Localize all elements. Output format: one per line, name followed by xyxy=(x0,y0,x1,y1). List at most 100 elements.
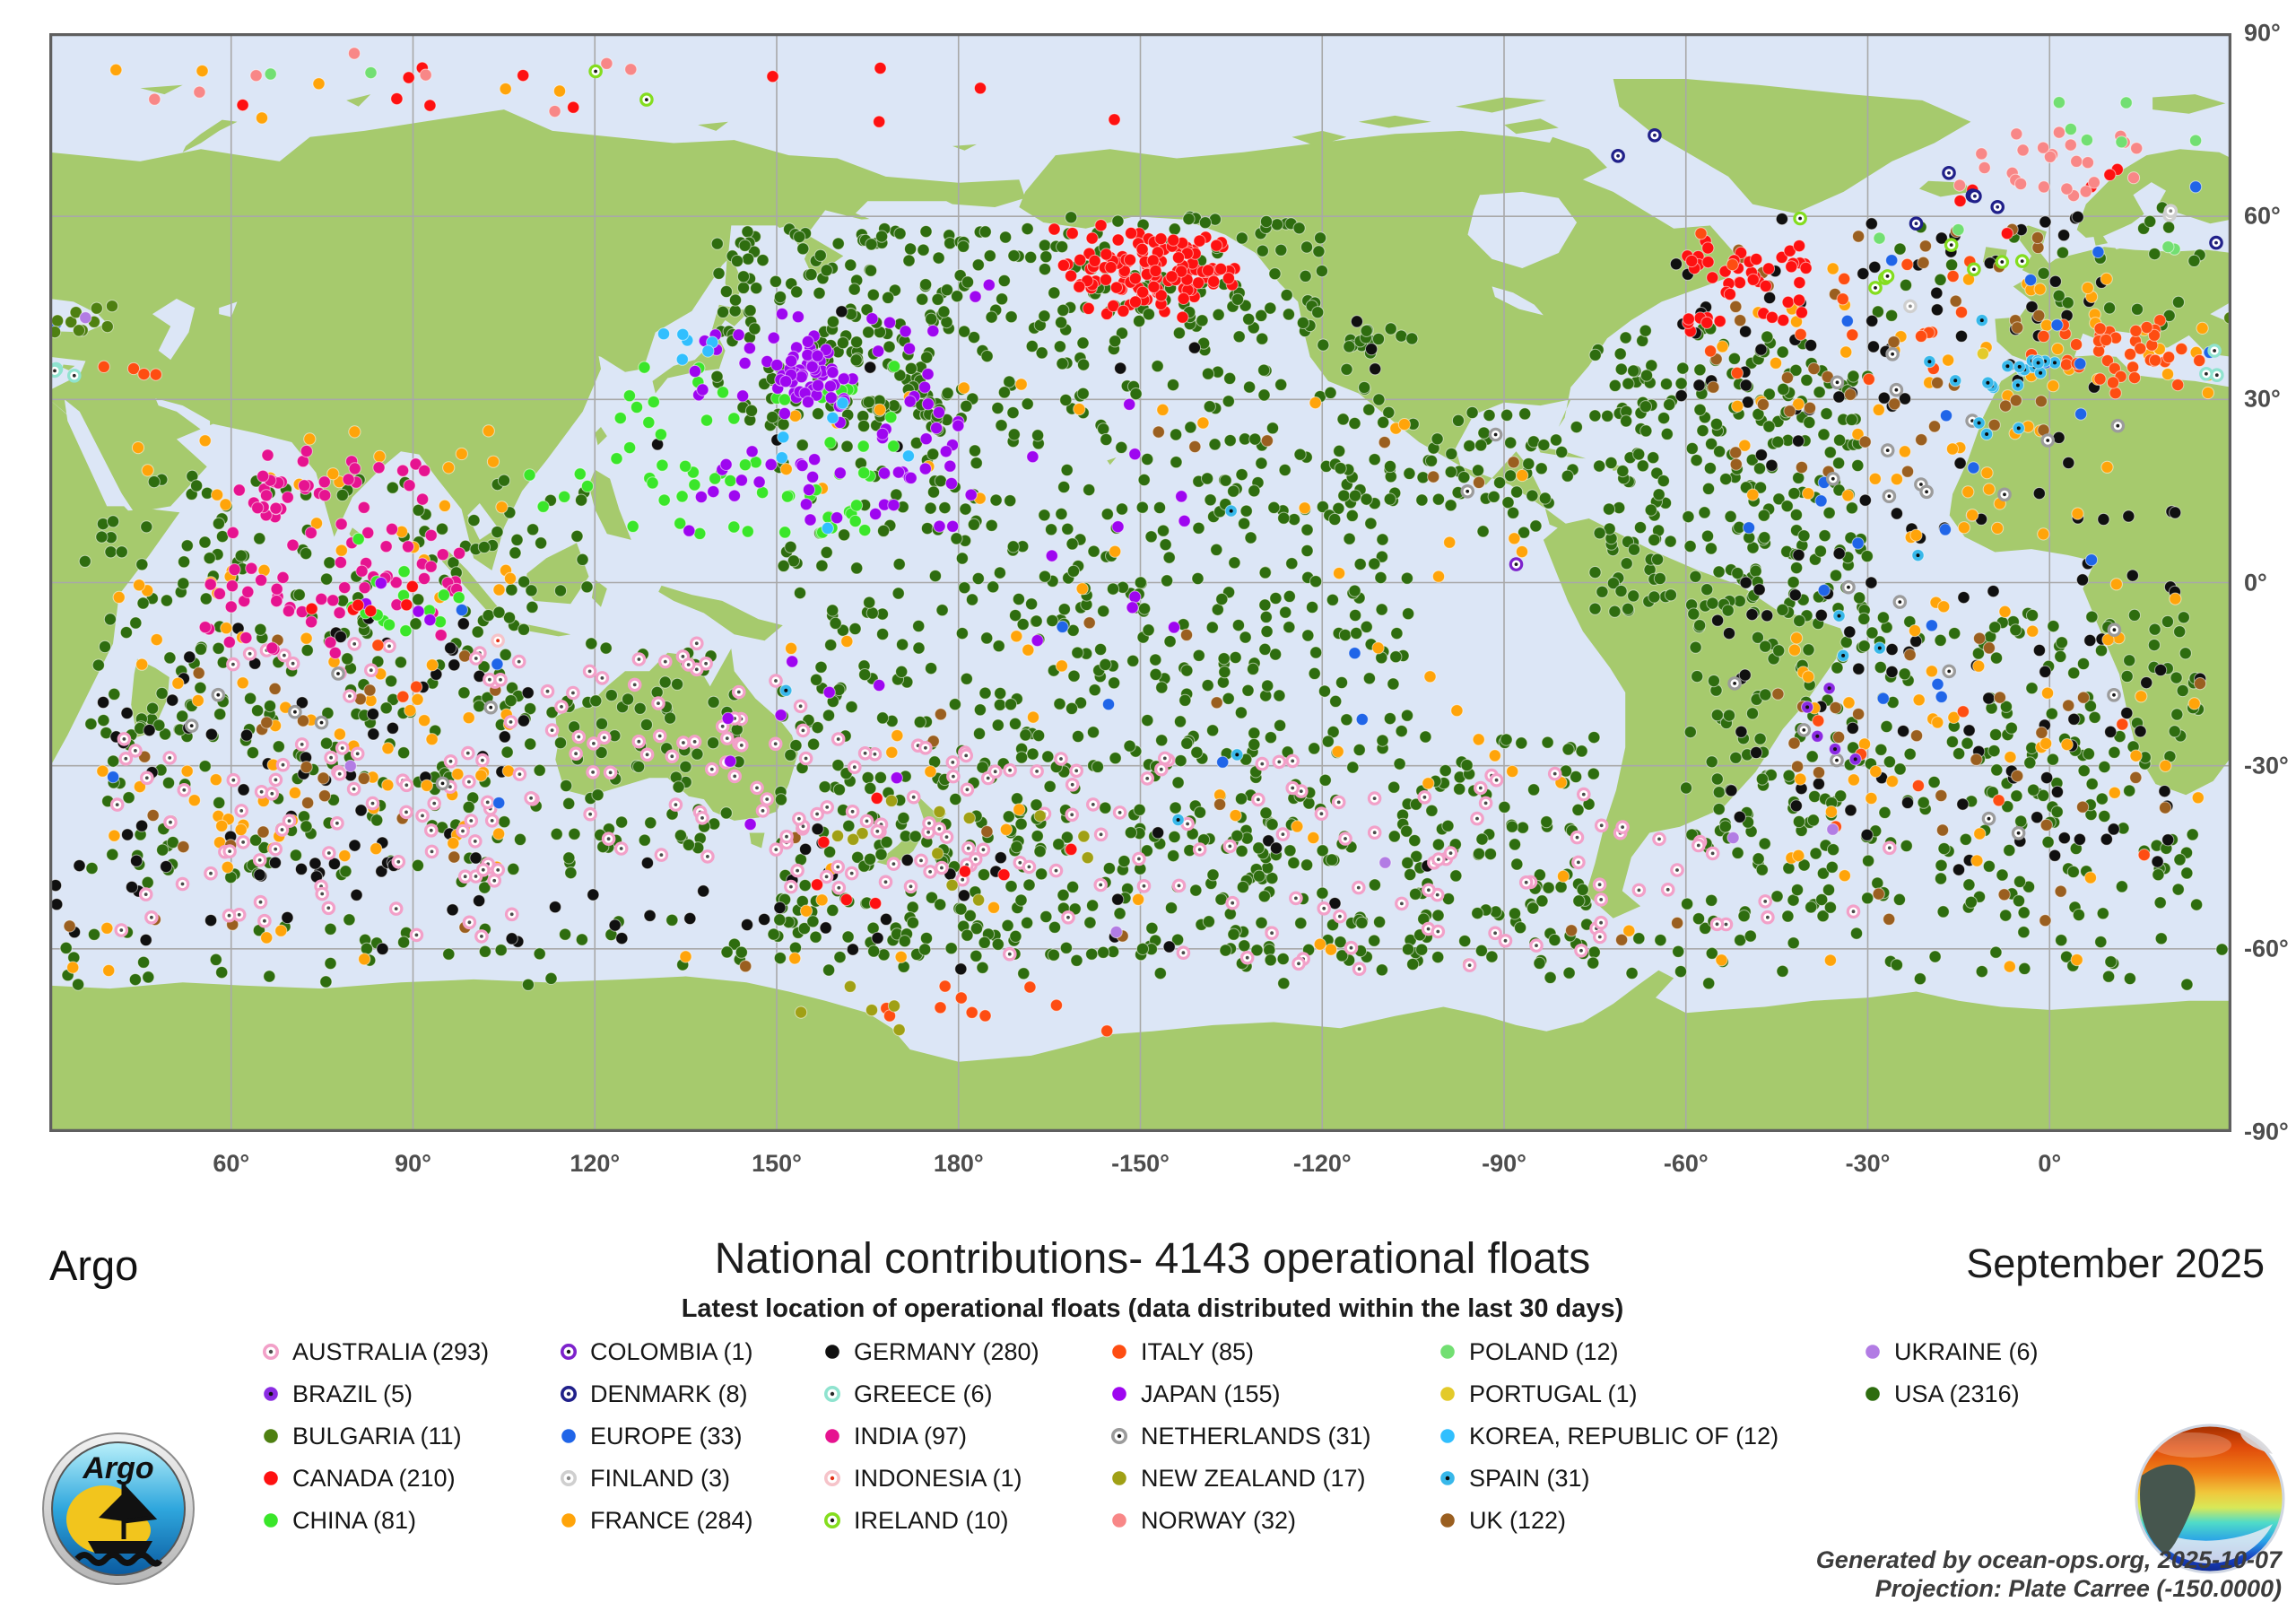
legend-marker-icon xyxy=(1107,1424,1132,1449)
legend-item-france: FRANCE (284) xyxy=(556,1507,753,1534)
legend-item-denmark: DENMARK (8) xyxy=(556,1380,748,1407)
legend-marker-icon xyxy=(1860,1339,1885,1364)
lon-tick-label: 0° xyxy=(2038,1150,2061,1178)
legend-item-europe: EUROPE (33) xyxy=(556,1423,743,1450)
legend-marker-icon xyxy=(556,1466,581,1491)
legend-label: KOREA, REPUBLIC OF (12) xyxy=(1469,1423,1779,1450)
legend-marker-icon xyxy=(1107,1339,1132,1364)
legend-item-norway: NORWAY (32) xyxy=(1107,1507,1296,1534)
lon-tick-label: 90° xyxy=(395,1150,431,1178)
world-map-canvas xyxy=(49,33,2231,1132)
legend-label: UK (122) xyxy=(1469,1507,1566,1535)
lat-tick-label: -60° xyxy=(2244,935,2289,962)
legend-item-japan: JAPAN (155) xyxy=(1107,1380,1281,1407)
legend-item-india: INDIA (97) xyxy=(820,1423,967,1450)
legend-item-colombia: COLOMBIA (1) xyxy=(556,1338,753,1365)
legend-item-netherlands: NETHERLANDS (31) xyxy=(1107,1423,1371,1450)
lat-tick-label: -30° xyxy=(2244,752,2289,779)
legend-label: PORTUGAL (1) xyxy=(1469,1380,1638,1408)
lon-tick-label: 180° xyxy=(934,1150,984,1178)
legend-label: INDONESIA (1) xyxy=(854,1465,1022,1493)
legend-label: GREECE (6) xyxy=(854,1380,993,1408)
legend-marker-icon xyxy=(1107,1381,1132,1406)
legend-marker-icon xyxy=(1107,1508,1132,1533)
legend-marker-icon xyxy=(556,1424,581,1449)
legend-item-finland: FINLAND (3) xyxy=(556,1465,730,1492)
legend-marker-icon xyxy=(1107,1466,1132,1491)
legend-label: BRAZIL (5) xyxy=(292,1380,413,1408)
legend-label: GERMANY (280) xyxy=(854,1338,1039,1366)
legend-marker-icon xyxy=(820,1381,845,1406)
legend-label: COLOMBIA (1) xyxy=(590,1338,753,1366)
legend-marker-icon xyxy=(258,1381,283,1406)
legend-label: BULGARIA (11) xyxy=(292,1423,462,1450)
legend-label: NEW ZEALAND (17) xyxy=(1141,1465,1366,1493)
legend-marker-icon xyxy=(556,1339,581,1364)
legend-label: FINLAND (3) xyxy=(590,1465,730,1493)
legend-item-canada: CANADA (210) xyxy=(258,1465,456,1492)
lon-tick-label: -120° xyxy=(1293,1150,1352,1178)
legend-label: NORWAY (32) xyxy=(1141,1507,1296,1535)
lon-tick-label: -60° xyxy=(1664,1150,1709,1178)
legend-marker-icon xyxy=(1435,1381,1460,1406)
argo-logo: Argo xyxy=(41,1432,196,1586)
lon-tick-label: 120° xyxy=(570,1150,620,1178)
lat-tick-label: -90° xyxy=(2244,1119,2289,1146)
lon-tick-label: 60° xyxy=(213,1150,249,1178)
legend-item-usa: USA (2316) xyxy=(1860,1380,2020,1407)
legend-label: ITALY (85) xyxy=(1141,1338,1254,1366)
page-title: National contributions- 4143 operational… xyxy=(715,1234,1591,1284)
legend-item-greece: GREECE (6) xyxy=(820,1380,993,1407)
legend-label: UKRAINE (6) xyxy=(1894,1338,2039,1366)
footer-projection: Projection: Plate Carree (-150.0000) xyxy=(1875,1575,2282,1602)
legend-label: USA (2316) xyxy=(1894,1380,2020,1408)
legend-item-portugal: PORTUGAL (1) xyxy=(1435,1380,1638,1407)
legend-label: IRELAND (10) xyxy=(854,1507,1009,1535)
legend-item-korea: KOREA, REPUBLIC OF (12) xyxy=(1435,1423,1779,1450)
legend-item-ukraine: UKRAINE (6) xyxy=(1860,1338,2039,1365)
lat-tick-label: 0° xyxy=(2244,569,2267,596)
legend-item-indonesia: INDONESIA (1) xyxy=(820,1465,1022,1492)
lon-tick-label: -30° xyxy=(1846,1150,1891,1178)
legend-item-poland: POLAND (12) xyxy=(1435,1338,1619,1365)
legend-item-brazil: BRAZIL (5) xyxy=(258,1380,413,1407)
lon-tick-label: -90° xyxy=(1482,1150,1526,1178)
legend-label: POLAND (12) xyxy=(1469,1338,1619,1366)
legend-marker-icon xyxy=(556,1508,581,1533)
legend-label: CHINA (81) xyxy=(292,1507,416,1535)
legend-marker-icon xyxy=(258,1466,283,1491)
legend-marker-icon xyxy=(1435,1508,1460,1533)
legend-marker-icon xyxy=(258,1424,283,1449)
legend-label: FRANCE (284) xyxy=(590,1507,753,1535)
legend-item-italy: ITALY (85) xyxy=(1107,1338,1254,1365)
world-map xyxy=(49,33,2231,1132)
lat-tick-label: 30° xyxy=(2244,386,2281,414)
legend-item-germany: GERMANY (280) xyxy=(820,1338,1039,1365)
legend-item-china: CHINA (81) xyxy=(258,1507,416,1534)
legend-item-new_zealand: NEW ZEALAND (17) xyxy=(1107,1465,1366,1492)
legend-marker-icon xyxy=(820,1424,845,1449)
lat-tick-label: 90° xyxy=(2244,20,2281,48)
legend-label: JAPAN (155) xyxy=(1141,1380,1281,1408)
svg-text:Argo: Argo xyxy=(82,1451,153,1485)
legend-marker-icon xyxy=(820,1466,845,1491)
brand-text: Argo xyxy=(49,1241,138,1290)
legend-item-bulgaria: BULGARIA (11) xyxy=(258,1423,462,1450)
page-subtitle: Latest location of operational floats (d… xyxy=(682,1294,1624,1324)
lon-tick-label: 150° xyxy=(752,1150,802,1178)
legend-marker-icon xyxy=(258,1339,283,1364)
legend-label: NETHERLANDS (31) xyxy=(1141,1423,1371,1450)
legend-item-uk: UK (122) xyxy=(1435,1507,1566,1534)
legend-label: INDIA (97) xyxy=(854,1423,967,1450)
legend-item-ireland: IRELAND (10) xyxy=(820,1507,1009,1534)
legend-marker-icon xyxy=(258,1508,283,1533)
legend-marker-icon xyxy=(820,1508,845,1533)
legend-item-spain: SPAIN (31) xyxy=(1435,1465,1590,1492)
lat-tick-label: 60° xyxy=(2244,203,2281,231)
legend-marker-icon xyxy=(1435,1339,1460,1364)
legend-marker-icon xyxy=(1860,1381,1885,1406)
legend-label: CANADA (210) xyxy=(292,1465,456,1493)
period-text: September 2025 xyxy=(1966,1241,2265,1287)
legend-label: EUROPE (33) xyxy=(590,1423,743,1450)
legend-marker-icon xyxy=(1435,1424,1460,1449)
